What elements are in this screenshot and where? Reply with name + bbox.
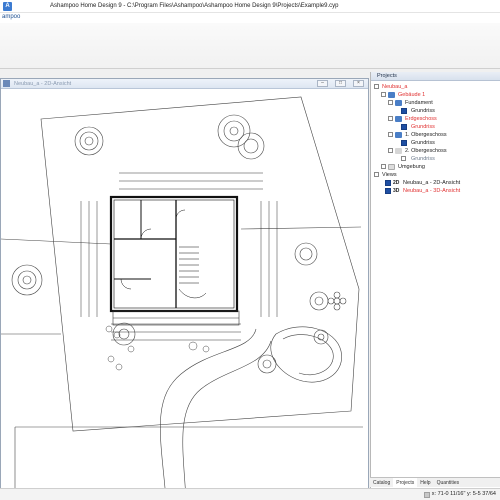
collapse-icon[interactable] <box>381 92 386 97</box>
pond <box>270 326 342 383</box>
view-3d-icon: 3D <box>393 188 400 194</box>
tree-item-building[interactable]: Gebäude 1 <box>371 91 500 99</box>
floor-icon <box>395 100 402 106</box>
floor-plan-drawing <box>1 96 363 499</box>
tree-icon <box>309 291 329 311</box>
app-icon: A <box>3 1 12 11</box>
restore-button[interactable]: □ <box>335 80 346 87</box>
view-2d-icon: 2D <box>393 180 400 186</box>
collapse-icon[interactable] <box>374 172 379 177</box>
ribbon-tab[interactable]: ampoo <box>2 14 20 20</box>
visibility-checkbox[interactable] <box>401 156 406 161</box>
visibility-checkbox[interactable] <box>401 140 407 146</box>
title-bar: A Ashampoo Home Design 9 - C:\Program Fi… <box>0 0 500 13</box>
tree-icon <box>74 126 104 156</box>
window-title: Ashampoo Home Design 9 - C:\Program File… <box>50 3 339 9</box>
house-floor-plan <box>109 195 239 313</box>
projects-panel: Projects Neubau_a Gebäude 1 Fundament Gr… <box>370 72 500 488</box>
visibility-checkbox[interactable] <box>401 108 407 114</box>
drawing-canvas[interactable] <box>1 89 368 499</box>
site-boundary <box>40 96 360 432</box>
tree-item-plan[interactable]: Grundriss <box>371 139 500 147</box>
tab-catalog[interactable]: Catalog <box>370 478 393 487</box>
tree-icon <box>257 354 277 374</box>
tree-item-plan[interactable]: Grundriss <box>371 107 500 115</box>
tree-icon <box>11 264 43 296</box>
tree-item-plan[interactable]: Grundriss <box>371 123 500 131</box>
visibility-checkbox[interactable] <box>385 180 391 186</box>
close-button[interactable]: × <box>353 80 364 87</box>
floor-icon <box>395 116 402 122</box>
flower-icon <box>327 291 347 311</box>
visibility-checkbox[interactable] <box>385 188 391 194</box>
collapse-icon[interactable] <box>388 148 393 153</box>
minimize-button[interactable]: – <box>317 80 328 87</box>
collapse-icon[interactable] <box>374 84 379 89</box>
floor-icon <box>395 148 402 154</box>
terrace <box>112 310 240 326</box>
tree-item-floor[interactable]: 2. Obergeschoss <box>371 147 500 155</box>
tree-icon <box>237 132 265 160</box>
tree-item-views[interactable]: Views <box>371 171 500 179</box>
document-title: Neubau_a - 2D-Ansicht <box>14 80 72 87</box>
tab-help[interactable]: Help <box>417 478 433 487</box>
environment-icon <box>388 164 395 170</box>
panel-title: Projects <box>371 72 500 81</box>
tree-item-view-3d[interactable]: 3D Neubau_a - 3D-Ansicht <box>371 187 500 195</box>
tab-quantities[interactable]: Quantities <box>434 478 463 487</box>
coordinate-readout: x: 71-0 11/16" y: 5-5 37/64 <box>431 491 496 497</box>
collapse-icon[interactable] <box>388 132 393 137</box>
panel-tabs: Catalog Projects Help Quantities <box>370 477 500 487</box>
settings-icon[interactable] <box>424 492 430 498</box>
ribbon-tabs: ampoo <box>0 13 500 23</box>
document-title-bar: Neubau_a - 2D-Ansicht – □ × <box>1 79 368 89</box>
tree-item-floor[interactable]: Erdgeschoss <box>371 115 500 123</box>
expand-icon[interactable] <box>381 164 386 169</box>
building-icon <box>388 92 395 98</box>
tree-item-floor[interactable]: Fundament <box>371 99 500 107</box>
tree-item-project[interactable]: Neubau_a <box>371 83 500 91</box>
ribbon <box>0 23 500 69</box>
tree-icon <box>112 322 136 346</box>
tab-projects[interactable]: Projects <box>393 478 418 487</box>
tree-icon <box>294 242 318 266</box>
floor-icon <box>395 132 402 138</box>
document-icon <box>3 80 10 87</box>
tree-item-plan[interactable]: Grundriss <box>371 155 500 163</box>
collapse-icon[interactable] <box>388 116 393 121</box>
document-window: Neubau_a - 2D-Ansicht – □ × <box>0 78 369 500</box>
tree-item-view-2d[interactable]: 2D Neubau_a - 2D-Ansicht <box>371 179 500 187</box>
visibility-checkbox[interactable] <box>401 124 407 130</box>
project-tree: Neubau_a Gebäude 1 Fundament Grundriss E… <box>371 81 500 195</box>
tree-item-environment[interactable]: Umgebung <box>371 163 500 171</box>
app-window: A Ashampoo Home Design 9 - C:\Program Fi… <box>0 0 500 500</box>
status-bar: x: 71-0 11/16" y: 5-5 37/64 <box>0 488 500 500</box>
collapse-icon[interactable] <box>388 100 393 105</box>
tree-item-floor[interactable]: 1. Obergeschoss <box>371 131 500 139</box>
